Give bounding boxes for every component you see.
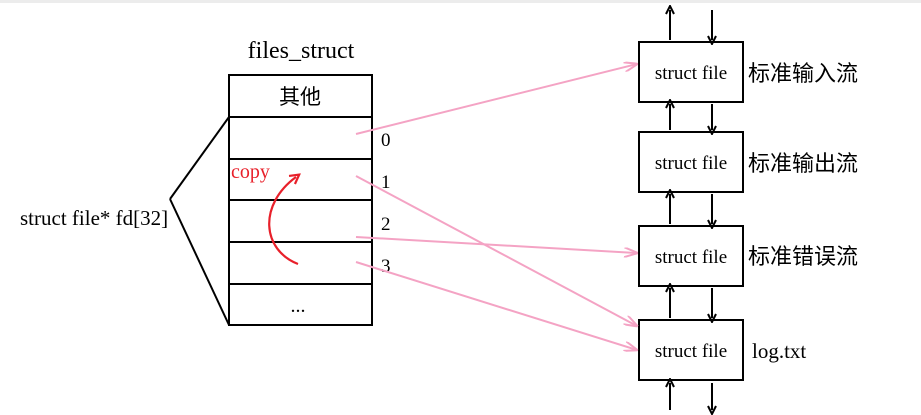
fd-index-2: 2 [381,214,391,235]
svg-text:struct file: struct file [655,341,727,362]
fd-array-label: struct file* fd[32] [20,206,168,230]
fd-pointer-arrows [355,64,637,350]
files-struct-title: files_struct [248,38,355,64]
stderr-label: 标准错误流 [748,244,858,269]
last-cell-ellipsis: ... [291,295,306,317]
stdout-label: 标准输出流 [748,151,858,176]
fd-index-0: 0 [381,130,391,151]
fd3-pointer-arrow [355,261,637,350]
struct-file-box-1: struct file [638,131,744,193]
header-cell-other: 其他 [279,85,321,109]
files-struct-table [228,74,373,326]
struct-file-box-3: struct file [638,319,744,381]
diagram-canvas: files_struct 其他 ... struct file* fd[32] … [0,0,921,415]
svg-text:struct file: struct file [655,247,727,268]
svg-text:struct file: struct file [655,63,727,84]
struct-file-box-0: struct file [638,41,744,103]
struct-file-box-2: struct file [638,225,744,287]
copy-arrow [268,177,298,266]
fd-index-3: 3 [381,256,391,277]
copy-label: copy [231,161,270,183]
fd0-pointer-arrow [355,64,637,135]
svg-text:struct file: struct file [655,153,727,174]
logtxt-label: log.txt [752,339,806,363]
fd-array-bracket [169,116,230,326]
stdin-label: 标准输入流 [748,61,858,86]
